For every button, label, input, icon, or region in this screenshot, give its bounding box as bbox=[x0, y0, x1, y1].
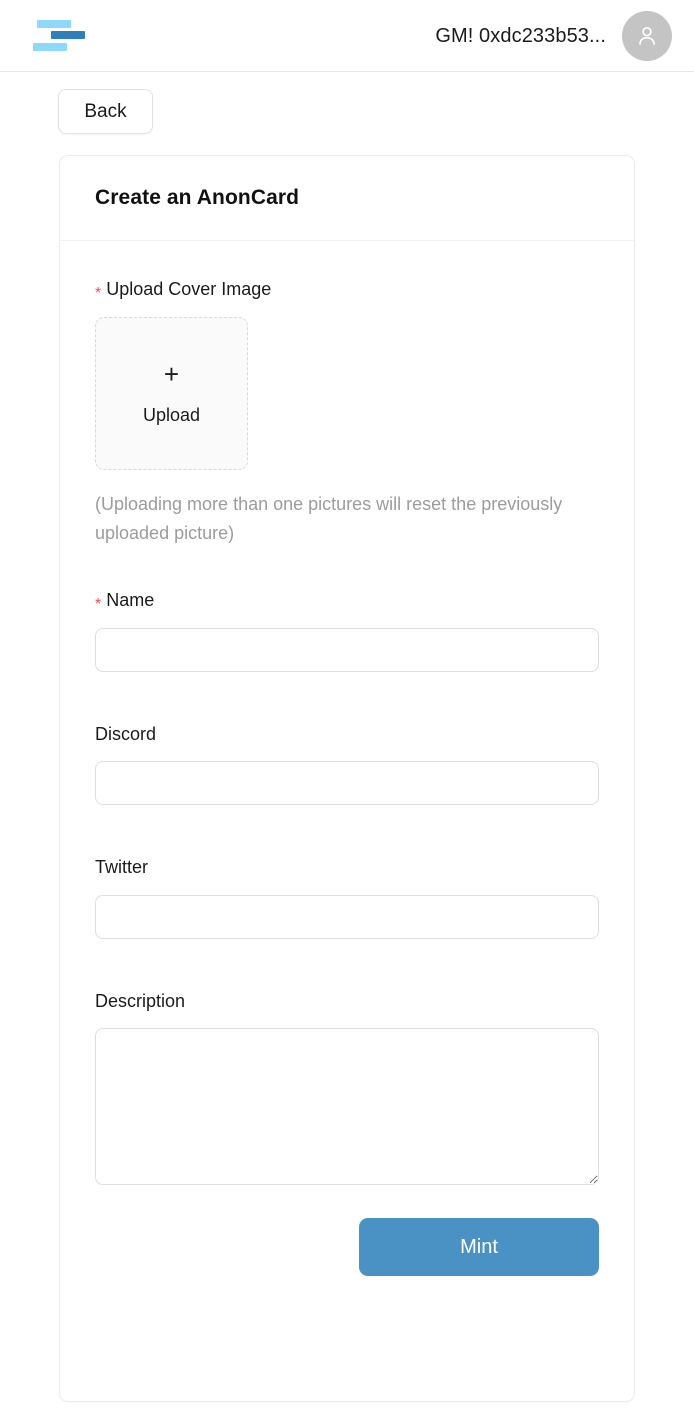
create-card-panel: Create an AnonCard * Upload Cover Image +… bbox=[59, 155, 635, 1402]
logo-bar-top bbox=[37, 20, 71, 28]
required-asterisk: * bbox=[95, 285, 102, 302]
page-content: Back Create an AnonCard * Upload Cover Im… bbox=[0, 72, 694, 1402]
plus-icon: + bbox=[163, 358, 180, 389]
name-label: * Name bbox=[95, 589, 599, 613]
name-input[interactable] bbox=[95, 627, 599, 672]
card-body: * Upload Cover Image + Upload (Uploading … bbox=[60, 241, 634, 1277]
field-discord: Discord bbox=[95, 724, 599, 806]
back-row: Back bbox=[0, 72, 694, 134]
anoncard-logo[interactable] bbox=[33, 20, 85, 53]
twitter-label: Twitter bbox=[95, 857, 149, 878]
upload-button-label: Upload bbox=[142, 404, 201, 425]
upload-dropzone[interactable]: + Upload bbox=[95, 316, 248, 470]
submit-row: Mint bbox=[95, 1218, 599, 1277]
discord-label: Discord bbox=[95, 723, 157, 744]
wallet-greeting: GM! 0xdc233b53... bbox=[435, 24, 606, 47]
page-title: Create an AnonCard bbox=[95, 186, 300, 209]
required-asterisk: * bbox=[95, 595, 102, 613]
mint-button[interactable]: Mint bbox=[359, 1218, 599, 1277]
description-textarea[interactable] bbox=[95, 1028, 599, 1186]
upload-hint-text: (Uploading more than one pictures will r… bbox=[95, 493, 563, 543]
logo-bar-bottom bbox=[33, 43, 67, 51]
description-label: Description bbox=[95, 990, 186, 1011]
upload-cover-image-label-text: Upload Cover Image bbox=[106, 279, 272, 299]
field-name: * Name bbox=[95, 590, 599, 672]
field-description: Description bbox=[95, 991, 599, 1186]
logo-bar-middle bbox=[51, 31, 85, 39]
name-label-text: Name bbox=[106, 589, 155, 610]
card-header: Create an AnonCard bbox=[60, 156, 634, 241]
back-button[interactable]: Back bbox=[58, 89, 153, 134]
upload-cover-image-label: * Upload Cover Image bbox=[95, 279, 599, 302]
discord-input[interactable] bbox=[95, 761, 599, 806]
twitter-input[interactable] bbox=[95, 894, 599, 939]
user-avatar-icon[interactable] bbox=[622, 11, 672, 61]
app-header: GM! 0xdc233b53... bbox=[0, 0, 694, 72]
field-upload-cover-image: * Upload Cover Image + Upload (Uploading … bbox=[95, 279, 599, 548]
header-account-area: GM! 0xdc233b53... bbox=[435, 0, 672, 72]
field-twitter: Twitter bbox=[95, 857, 599, 939]
